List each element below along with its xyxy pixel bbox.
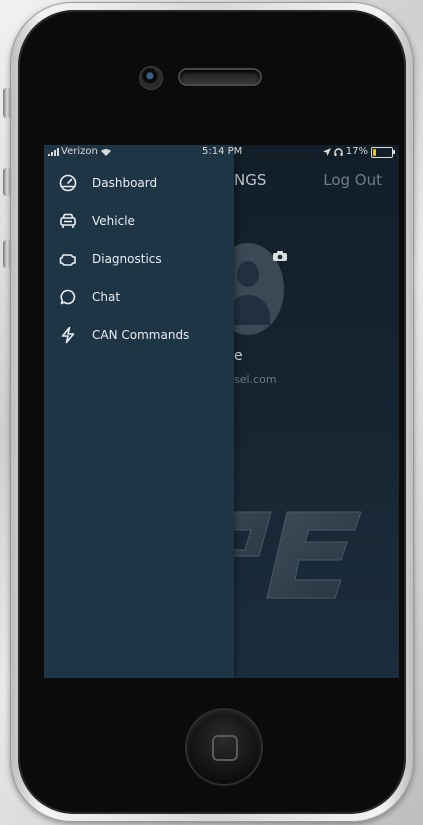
battery-icon [371, 146, 395, 158]
camera-icon[interactable] [273, 251, 287, 261]
menu-item-label: CAN Commands [92, 328, 190, 342]
profile-name: e [234, 348, 243, 364]
page-title: NGS [234, 171, 267, 189]
engine-icon [58, 249, 78, 269]
front-camera-icon [140, 67, 162, 89]
home-button[interactable] [187, 710, 261, 784]
wifi-icon [100, 148, 111, 156]
menu-item-dashboard[interactable]: Dashboard [44, 170, 234, 196]
menu-item-label: Vehicle [92, 214, 135, 228]
menu-item-vehicle[interactable]: Vehicle [44, 208, 234, 234]
dashboard-icon [58, 173, 78, 193]
menu-item-can-commands[interactable]: CAN Commands [44, 322, 234, 348]
volume-down-button [3, 240, 11, 268]
logout-button[interactable]: Log Out [323, 171, 382, 189]
menu-item-label: Chat [92, 290, 121, 304]
battery-percent: 17% [345, 146, 368, 157]
home-square-icon [212, 735, 238, 761]
menu-item-diagnostics[interactable]: Diagnostics [44, 246, 234, 272]
status-right: 17% [322, 145, 395, 159]
earpiece-speaker [180, 70, 260, 84]
silent-switch [3, 88, 11, 118]
carrier-label: Verizon [61, 146, 98, 157]
profile-email: sel.com [234, 373, 277, 386]
signal-strength-icon [48, 148, 59, 156]
headphones-icon [334, 147, 343, 156]
menu-item-chat[interactable]: Chat [44, 284, 234, 310]
volume-up-button [3, 168, 11, 196]
menu-item-label: Diagnostics [92, 252, 162, 266]
status-bar: Verizon 5:14 PM 17% [44, 145, 399, 159]
menu-item-label: Dashboard [92, 176, 158, 190]
location-arrow-icon [322, 148, 331, 156]
status-left: Verizon [48, 145, 112, 159]
navigation-drawer: Dashboard Vehicle Diagnostics Chat CAN C… [44, 145, 234, 678]
vehicle-icon [58, 211, 78, 231]
status-time: 5:14 PM [202, 146, 243, 157]
chat-icon [58, 287, 78, 307]
lightning-icon [58, 325, 78, 345]
app-screen: Verizon 5:14 PM 17% NGS Log Out e sel.co… [44, 145, 399, 678]
